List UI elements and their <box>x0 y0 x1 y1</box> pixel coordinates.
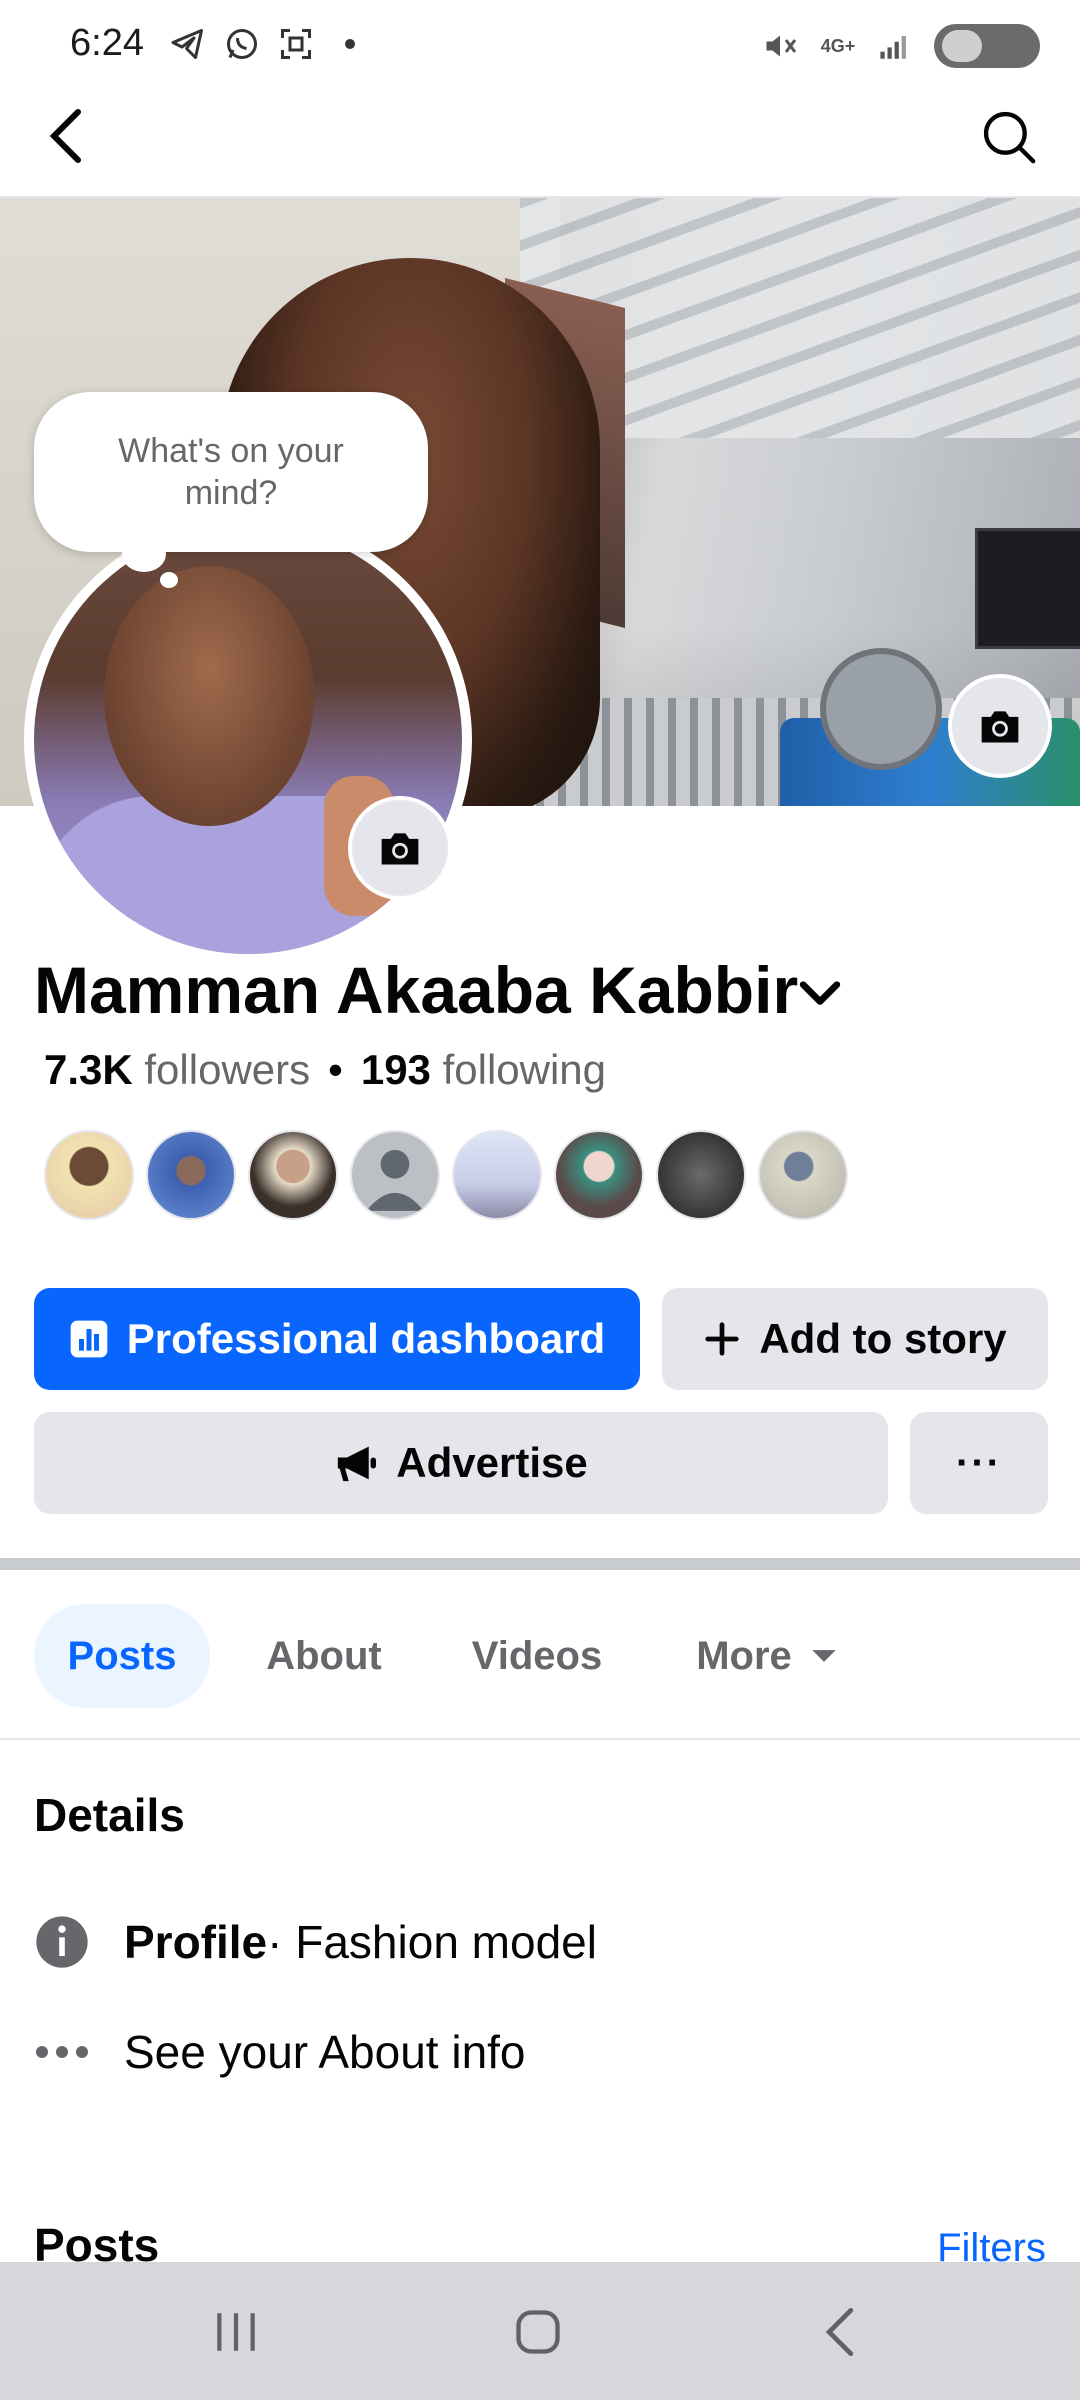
friend-avatar[interactable] <box>350 1130 440 1220</box>
back-chevron-icon <box>825 2307 854 2357</box>
following-count[interactable]: 193 <box>361 1046 431 1093</box>
search-icon <box>983 111 1036 164</box>
tab-more[interactable]: More <box>674 1604 860 1708</box>
signal-icon <box>876 26 916 66</box>
professional-dashboard-button[interactable]: Professional dashboard <box>34 1288 640 1390</box>
whatsapp-icon <box>222 24 262 64</box>
tab-videos[interactable]: Videos <box>446 1604 628 1708</box>
network-icon: 4G+ <box>818 26 858 66</box>
friend-avatar[interactable] <box>656 1130 746 1220</box>
more-options-label: ··· <box>956 1440 1002 1485</box>
edit-profile-picture-button[interactable] <box>348 796 452 900</box>
mute-icon <box>760 26 800 66</box>
network-label: 4G+ <box>820 36 856 56</box>
battery-icon <box>934 24 1040 68</box>
camera-icon <box>981 711 1019 743</box>
tab-about[interactable]: About <box>236 1604 412 1708</box>
advertise-button[interactable]: Advertise <box>34 1412 888 1514</box>
telegram-icon <box>168 24 208 64</box>
search-button[interactable] <box>972 100 1046 174</box>
see-about-info-label: See your About info <box>124 2026 526 2078</box>
followers-count[interactable]: 7.3K <box>44 1046 133 1093</box>
tab-about-label: About <box>266 1633 382 1678</box>
friend-avatar[interactable] <box>248 1130 338 1220</box>
professional-dashboard-label: Professional dashboard <box>126 1315 606 1362</box>
details-heading: Details <box>34 1789 185 1841</box>
add-to-story-button[interactable]: Add to story <box>662 1288 1048 1390</box>
friend-avatar[interactable] <box>758 1130 848 1220</box>
friend-avatars <box>44 1130 848 1220</box>
separator-dot: • <box>328 1046 343 1093</box>
account-switcher-button[interactable] <box>792 966 848 1022</box>
home-button[interactable] <box>478 2296 598 2368</box>
see-about-info-link[interactable]: See your About info <box>34 2024 526 2080</box>
camera-icon <box>381 833 419 865</box>
tab-posts-label: Posts <box>67 1633 177 1678</box>
chevron-down-icon <box>799 981 841 1005</box>
friend-avatar[interactable] <box>452 1130 542 1220</box>
tabs-divider <box>0 1738 1080 1740</box>
detail-profile-row: Profile · Fashion model <box>34 1914 597 1970</box>
caret-down-icon <box>812 1650 836 1662</box>
detail-profile-label: Profile <box>124 1916 268 1968</box>
status-notification-icons <box>168 24 370 64</box>
tab-more-label: More <box>696 1633 792 1678</box>
detail-profile-value: · Fashion model <box>267 1916 597 1968</box>
status-time: 6:24 <box>70 22 144 64</box>
default-person-icon <box>366 1149 424 1211</box>
screenshot-icon <box>276 24 316 64</box>
bubble-tail-large <box>122 536 166 572</box>
chevron-left-icon <box>49 109 81 163</box>
tab-videos-label: Videos <box>471 1633 603 1678</box>
recent-apps-icon <box>217 2313 255 2351</box>
advertise-label: Advertise <box>396 1439 588 1486</box>
follow-stats: 7.3K followers • 193 following <box>44 1046 606 1094</box>
profile-name: Mamman Akaaba Kabbir <box>34 953 799 1027</box>
info-icon <box>34 1914 90 1970</box>
more-options-button[interactable]: ··· <box>910 1412 1048 1514</box>
system-back-button[interactable] <box>780 2296 900 2368</box>
section-divider <box>0 1558 1080 1570</box>
status-system-icons: 4G+ <box>760 24 1040 68</box>
recent-apps-button[interactable] <box>176 2296 296 2368</box>
megaphone-icon <box>338 1446 377 1482</box>
plus-icon <box>705 1322 739 1356</box>
following-label[interactable]: following <box>443 1046 606 1093</box>
friend-avatar[interactable] <box>146 1130 236 1220</box>
friend-avatar[interactable] <box>44 1130 134 1220</box>
add-to-story-label: Add to story <box>759 1315 1007 1362</box>
edit-cover-photo-button[interactable] <box>948 674 1052 778</box>
dot-icon <box>330 24 370 64</box>
friend-avatar[interactable] <box>554 1130 644 1220</box>
followers-label[interactable]: followers <box>144 1046 310 1093</box>
home-icon <box>516 2310 560 2354</box>
bar-chart-icon <box>70 1320 108 1358</box>
ellipsis-icon <box>34 2024 90 2080</box>
back-button[interactable] <box>34 96 98 176</box>
status-thought-bubble[interactable]: What's on your mind? <box>34 392 428 552</box>
bubble-tail-small <box>160 572 178 588</box>
tab-posts[interactable]: Posts <box>34 1604 210 1708</box>
